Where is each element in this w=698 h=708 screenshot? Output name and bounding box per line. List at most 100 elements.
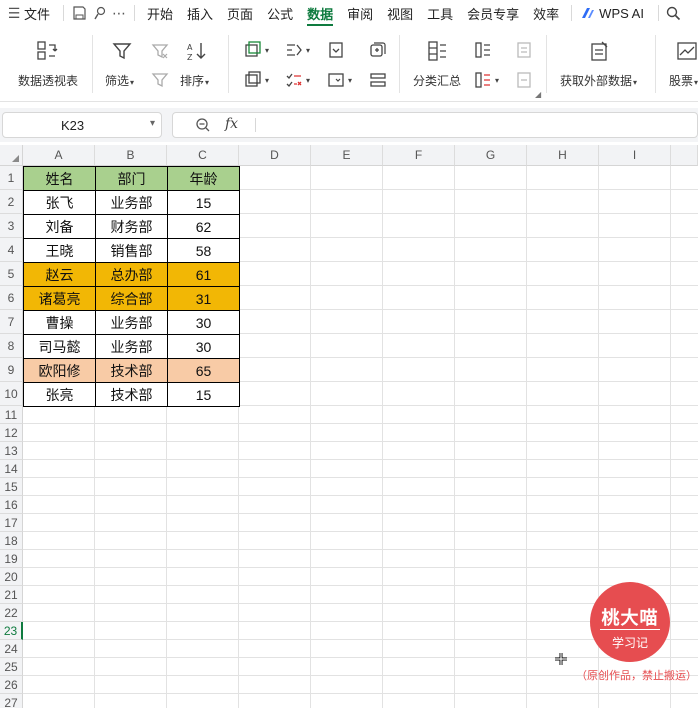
row-header-17[interactable]: 17 [0, 514, 23, 532]
row-header-14[interactable]: 14 [0, 460, 23, 478]
row-header-3[interactable]: 3 [0, 214, 23, 238]
chevron-down-icon[interactable]: ▾ [306, 76, 310, 85]
table-cell[interactable]: 15 [167, 382, 240, 407]
row-header-4[interactable]: 4 [0, 238, 23, 262]
table-header-cell[interactable]: 姓名 [23, 166, 96, 191]
filter-icon[interactable] [111, 40, 133, 62]
table-cell[interactable]: 司马懿 [23, 334, 96, 359]
tab-8[interactable]: 会员专享 [467, 0, 519, 26]
reapply-filter-icon[interactable] [149, 69, 171, 91]
table-cell[interactable]: 业务部 [95, 190, 168, 215]
row-header-6[interactable]: 6 [0, 286, 23, 310]
hamburger-icon[interactable]: ☰ [4, 3, 24, 23]
chevron-down-icon[interactable]: ▾ [150, 118, 155, 129]
table-cell[interactable]: 诸葛亮 [23, 286, 96, 311]
table-cell[interactable]: 61 [167, 262, 240, 287]
row-header-25[interactable]: 25 [0, 658, 23, 676]
table-cell[interactable]: 总办部 [95, 262, 168, 287]
table-cell[interactable]: 张飞 [23, 190, 96, 215]
formula-input[interactable]: fx [172, 112, 698, 138]
row-header-19[interactable]: 19 [0, 550, 23, 568]
row-header-24[interactable]: 24 [0, 640, 23, 658]
row-header-10[interactable]: 10 [0, 382, 23, 406]
table-cell[interactable]: 30 [167, 310, 240, 335]
tab-9[interactable]: 效率 [533, 0, 559, 26]
column-header-C[interactable]: C [167, 145, 239, 166]
filter-button[interactable]: 筛选▾ [105, 72, 134, 89]
highlight-duplicates-icon[interactable] [242, 39, 264, 61]
tab-7[interactable]: 工具 [427, 0, 453, 26]
table-cell[interactable]: 刘备 [23, 214, 96, 239]
sort-button[interactable]: 排序▾ [180, 72, 209, 89]
row-header-20[interactable]: 20 [0, 568, 23, 586]
row-header-13[interactable]: 13 [0, 442, 23, 460]
row-header-11[interactable]: 11 [0, 406, 23, 424]
split-column-icon[interactable] [283, 39, 305, 61]
external-data-icon[interactable] [589, 40, 611, 62]
save-icon[interactable] [69, 3, 89, 23]
table-header-cell[interactable]: 年龄 [167, 166, 240, 191]
table-cell[interactable]: 技术部 [95, 358, 168, 383]
dropdown-list-icon[interactable] [325, 69, 347, 91]
search-icon[interactable] [664, 3, 684, 23]
row-header-16[interactable]: 16 [0, 496, 23, 514]
row-header-9[interactable]: 9 [0, 358, 23, 382]
clear-filter-icon[interactable] [149, 40, 171, 62]
row-header-22[interactable]: 22 [0, 604, 23, 622]
row-header-12[interactable]: 12 [0, 424, 23, 442]
subtotal-button[interactable]: 分类汇总 [413, 72, 461, 89]
more-icon[interactable]: ⋯ [109, 3, 129, 23]
group-icon[interactable] [472, 39, 494, 61]
row-header-15[interactable]: 15 [0, 478, 23, 496]
row-header-23[interactable]: 23 [0, 622, 23, 640]
table-cell[interactable]: 30 [167, 334, 240, 359]
column-header-B[interactable]: B [95, 145, 167, 166]
pivot-table-icon[interactable] [36, 40, 58, 62]
table-cell[interactable]: 15 [167, 190, 240, 215]
tab-4[interactable]: 数据 [307, 0, 334, 26]
tab-6[interactable]: 视图 [387, 0, 413, 26]
row-header-8[interactable]: 8 [0, 334, 23, 358]
column-header-E[interactable]: E [311, 145, 383, 166]
column-header-H[interactable]: H [527, 145, 599, 166]
column-header-I[interactable]: I [599, 145, 671, 166]
row-header-18[interactable]: 18 [0, 532, 23, 550]
table-cell[interactable]: 65 [167, 358, 240, 383]
table-cell[interactable]: 销售部 [95, 238, 168, 263]
table-cell[interactable]: 业务部 [95, 310, 168, 335]
select-all-corner[interactable] [0, 145, 23, 166]
pivot-table-button[interactable]: 数据透视表 [18, 72, 78, 89]
chevron-down-icon[interactable]: ▾ [265, 76, 269, 85]
remove-duplicates-icon[interactable] [242, 69, 264, 91]
table-cell[interactable]: 技术部 [95, 382, 168, 407]
tab-5[interactable]: 审阅 [347, 0, 373, 26]
row-header-27[interactable]: 27 [0, 694, 23, 708]
name-box[interactable]: K23 ▾ [2, 112, 162, 138]
chevron-down-icon[interactable]: ▾ [265, 46, 269, 55]
show-detail-icon[interactable] [513, 39, 535, 61]
dialog-launcher-icon[interactable]: ◢ [535, 90, 541, 99]
column-header-G[interactable]: G [455, 145, 527, 166]
table-cell[interactable]: 张亮 [23, 382, 96, 407]
table-cell[interactable]: 业务部 [95, 334, 168, 359]
fill-icon[interactable] [325, 39, 347, 61]
tab-0[interactable]: 开始 [147, 0, 173, 26]
format-painter-icon[interactable] [89, 3, 109, 23]
table-cell[interactable]: 财务部 [95, 214, 168, 239]
column-header-F[interactable]: F [383, 145, 455, 166]
column-header-D[interactable]: D [239, 145, 311, 166]
row-header-5[interactable]: 5 [0, 262, 23, 286]
row-header-2[interactable]: 2 [0, 190, 23, 214]
stock-button[interactable]: 股票▾ [669, 72, 698, 89]
table-cell[interactable]: 曹操 [23, 310, 96, 335]
table-cell[interactable]: 欧阳修 [23, 358, 96, 383]
column-header-A[interactable]: A [23, 145, 95, 166]
hide-detail-icon[interactable] [513, 69, 535, 91]
row-header-21[interactable]: 21 [0, 586, 23, 604]
table-cell[interactable]: 58 [167, 238, 240, 263]
external-data-button[interactable]: 获取外部数据▾ [560, 72, 637, 89]
tab-2[interactable]: 页面 [227, 0, 253, 26]
row-header-1[interactable]: 1 [0, 166, 23, 190]
zoom-icon[interactable] [195, 117, 211, 138]
record-form-icon[interactable] [367, 69, 389, 91]
